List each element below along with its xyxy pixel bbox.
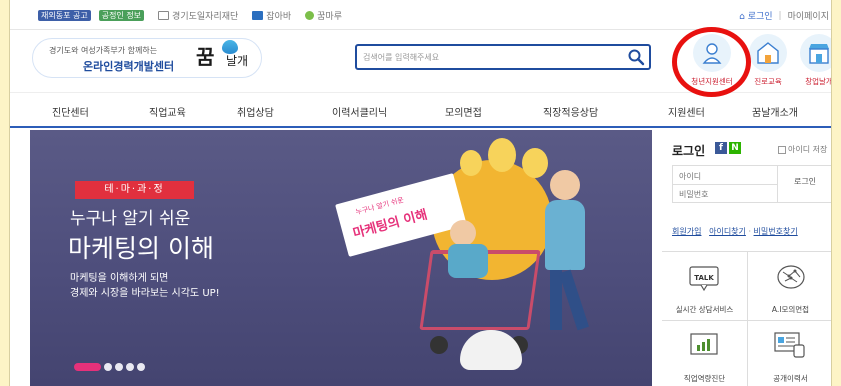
child-head bbox=[450, 220, 476, 246]
logo-mark-sub: 날개 bbox=[226, 54, 249, 68]
banner-title-line1: 누구나 알기 쉬운 bbox=[70, 209, 191, 229]
mypage-link[interactable]: 마이페이지 bbox=[788, 9, 829, 22]
top-login-label: 로그인 bbox=[747, 12, 773, 22]
person-head bbox=[550, 170, 580, 200]
slide-dot-active[interactable] bbox=[74, 363, 101, 371]
nav-item-job-education[interactable]: 직업교육 bbox=[149, 104, 186, 119]
person-body bbox=[545, 200, 585, 270]
slide-dot[interactable] bbox=[137, 363, 145, 371]
service-label: 공개이력서 bbox=[773, 374, 808, 383]
service-label: 실시간 상담서비스 bbox=[675, 305, 734, 314]
cart-wheel bbox=[430, 336, 448, 354]
nav-item-about[interactable]: 꿈날개소개 bbox=[752, 104, 798, 119]
talk-bubble-icon: TALK bbox=[689, 266, 719, 296]
nav-item-diagnosis[interactable]: 진단센터 bbox=[52, 104, 89, 119]
family-site-link[interactable]: 잡아바 bbox=[252, 9, 291, 22]
site-logo[interactable]: 경기도와 여성가족부가 함께하는 온라인경력개발센터 꿈 날개 bbox=[32, 38, 262, 78]
facebook-icon[interactable]: f bbox=[715, 142, 727, 154]
balloon-icon bbox=[522, 148, 548, 178]
separator: | bbox=[778, 10, 782, 21]
divider bbox=[777, 166, 778, 202]
find-password-link[interactable]: 비밀번호찾기 bbox=[754, 227, 798, 236]
utility-bar: 재외동포 공고 공정인 정보 경기도일자리재단 잡아바 꿈마루 ⌂ 로그인 | … bbox=[10, 0, 831, 30]
search-input[interactable] bbox=[363, 48, 613, 66]
service-grid: TALK 실시간 상담서비스 A.I모의면접 직업역량진단 공개이력서 bbox=[662, 251, 831, 386]
family-site-link[interactable]: 경기도일자리재단 bbox=[158, 9, 238, 22]
family-site-label: 잡아바 bbox=[266, 12, 292, 22]
page-frame: 재외동포 공고 공정인 정보 경기도일자리재단 잡아바 꿈마루 ⌂ 로그인 | … bbox=[9, 0, 832, 386]
banner-tag: 테·마·과·정 bbox=[75, 181, 194, 199]
checkbox-square bbox=[778, 145, 786, 154]
ai-brain-icon bbox=[775, 262, 807, 296]
main-banner[interactable]: 테·마·과·정 누구나 알기 쉬운 마케팅의 이해 마케팅을 이해하게 되면 경… bbox=[30, 130, 652, 386]
main-nav: 진단센터 직업교육 취업상담 이력서클리닉 모의면접 직장적응상담 지원센터 꿈… bbox=[10, 92, 831, 128]
service-job-competency[interactable]: 직업역량진단 bbox=[662, 321, 747, 386]
search-box bbox=[355, 44, 651, 70]
signup-link[interactable]: 회원가입 bbox=[672, 227, 701, 236]
service-live-chat[interactable]: TALK 실시간 상담서비스 bbox=[662, 252, 747, 318]
family-site-label: 경기도일자리재단 bbox=[172, 12, 239, 22]
foundation-icon bbox=[158, 11, 170, 20]
save-id-label: 아이디 저장 bbox=[788, 145, 828, 154]
nav-item-resume-clinic[interactable]: 이력서클리닉 bbox=[332, 104, 387, 119]
side-panel: 로그인 f N 아이디 저장 로그인 회원가입 아이디찾기 · 비밀번호찾기 bbox=[662, 130, 831, 386]
school-building-icon bbox=[749, 34, 787, 72]
quick-menu-label: 진로교육 bbox=[754, 77, 782, 86]
slide-dot[interactable] bbox=[104, 363, 112, 371]
login-title: 로그인 bbox=[672, 144, 706, 158]
slide-dot[interactable] bbox=[126, 363, 134, 371]
balloon-icon bbox=[488, 138, 516, 172]
banner-title-line2: 마케팅의 이해 bbox=[68, 234, 214, 263]
login-form: 로그인 bbox=[672, 165, 831, 203]
slide-dot[interactable] bbox=[115, 363, 123, 371]
logo-name: 온라인경력개발센터 bbox=[83, 60, 175, 73]
banner-desc-line2: 경제와 시장을 바라보는 시각도 UP! bbox=[70, 288, 220, 299]
svg-text:TALK: TALK bbox=[694, 274, 714, 282]
login-button[interactable]: 로그인 bbox=[779, 176, 831, 187]
family-site-label: 꿈마루 bbox=[317, 12, 342, 22]
child-body bbox=[448, 244, 488, 278]
nav-item-employment-counsel[interactable]: 취업상담 bbox=[237, 104, 274, 119]
nav-item-support-center[interactable]: 지원센터 bbox=[668, 104, 705, 119]
storefront-icon bbox=[800, 34, 831, 72]
separator: · bbox=[748, 227, 751, 236]
search-icon[interactable] bbox=[627, 48, 645, 66]
service-label: A.I모의면접 bbox=[771, 305, 810, 314]
logo-mark: 꿈 bbox=[196, 45, 215, 69]
notice-badge[interactable]: 재외동포 공고 bbox=[38, 10, 91, 21]
bar-chart-icon bbox=[690, 333, 718, 361]
divider bbox=[673, 184, 777, 185]
family-site-link[interactable]: 꿈마루 bbox=[305, 9, 342, 22]
slide-indicator bbox=[74, 363, 145, 371]
password-input[interactable] bbox=[679, 187, 769, 201]
person-leg bbox=[559, 269, 589, 331]
highlight-circle bbox=[672, 27, 751, 97]
quick-menu-startup[interactable]: 창업날개 bbox=[794, 34, 832, 92]
banner-desc-line1: 마케팅을 이해하게 되면 bbox=[70, 273, 169, 284]
dog-illustration bbox=[460, 330, 522, 370]
id-input[interactable] bbox=[679, 169, 769, 183]
info-badge[interactable]: 공정인 정보 bbox=[98, 10, 145, 21]
service-ai-interview[interactable]: A.I모의면접 bbox=[748, 252, 831, 318]
nav-item-workplace-adaptation[interactable]: 직장적응상담 bbox=[543, 104, 598, 119]
service-label: 직업역량진단 bbox=[683, 374, 726, 383]
balloon-icon bbox=[460, 150, 482, 176]
naver-icon[interactable]: N bbox=[729, 142, 741, 154]
top-login-link[interactable]: ⌂ 로그인 bbox=[739, 9, 772, 22]
resume-monitor-icon bbox=[774, 331, 806, 363]
quick-menu-label: 창업날개 bbox=[805, 77, 832, 86]
find-id-link[interactable]: 아이디찾기 bbox=[709, 227, 746, 236]
service-public-resume[interactable]: 공개이력서 bbox=[748, 321, 831, 386]
logo-tagline: 경기도와 여성가족부가 함께하는 bbox=[49, 46, 158, 55]
account-links: 회원가입 아이디찾기 · 비밀번호찾기 bbox=[672, 226, 798, 237]
kkummaru-icon bbox=[305, 11, 315, 20]
jobaba-icon bbox=[252, 11, 264, 20]
save-id-checkbox[interactable]: 아이디 저장 bbox=[778, 144, 827, 155]
nav-item-mock-interview[interactable]: 모의면접 bbox=[445, 104, 482, 119]
lock-icon: ⌂ bbox=[739, 12, 745, 22]
